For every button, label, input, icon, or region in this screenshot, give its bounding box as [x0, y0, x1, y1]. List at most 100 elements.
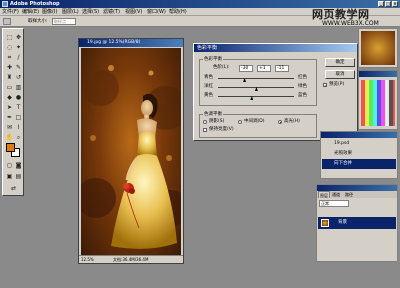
midtones-radio[interactable] — [238, 120, 242, 124]
layer-row-background[interactable]: 背景 — [318, 217, 396, 229]
fullscreen-mode-icon[interactable]: ▤ — [14, 172, 23, 181]
pen-tool-icon[interactable]: ✒ — [5, 113, 14, 122]
bride-photo-image — [81, 65, 181, 249]
path-select-tool-icon[interactable]: ➤ — [5, 103, 14, 112]
foreground-color-swatch[interactable] — [6, 143, 15, 152]
color-balance-dialog: 色彩平衡 色彩平衡 色阶(L): -30 +1 -11 青色 红色 洋红 绿色 … — [193, 43, 358, 141]
levels-magenta-green-input[interactable]: +1 — [257, 65, 271, 72]
crop-tool-icon[interactable]: ⌗ — [5, 53, 14, 62]
slider-red-label: 红色 — [298, 75, 307, 80]
bride-photo-canvas[interactable] — [81, 48, 181, 255]
magic-wand-tool-icon[interactable]: ✦ — [14, 43, 23, 52]
menu-layer[interactable]: 图层(L) — [62, 9, 79, 15]
lasso-tool-icon[interactable]: ◌ — [5, 43, 14, 52]
tone-balance-group — [199, 114, 317, 138]
blend-mode-select[interactable]: 正常 — [319, 200, 349, 207]
history-panel-header[interactable] — [321, 132, 397, 138]
menu-edit[interactable]: 编辑(E) — [22, 9, 39, 15]
levels-cyan-red-input[interactable]: -30 — [239, 65, 253, 72]
close-button[interactable]: × — [392, 1, 398, 7]
levels-yellow-blue-input[interactable]: -11 — [275, 65, 289, 72]
navigator-thumbnail[interactable] — [361, 31, 395, 65]
document-status-bar: 12.5% 文档:36.4M/36.4M — [79, 255, 183, 263]
navigator-panel — [358, 28, 398, 68]
history-brush-tool-icon[interactable]: ↺ — [14, 73, 23, 82]
menu-image[interactable]: 图像(I) — [42, 9, 57, 15]
yellow-blue-slider-track[interactable] — [218, 96, 294, 97]
levels-label: 色阶(L): — [213, 65, 230, 70]
tab-paths[interactable]: 路径 — [344, 191, 354, 198]
ok-button[interactable]: 确定 — [325, 58, 355, 67]
marquee-tool-icon[interactable]: ⬚ — [5, 33, 14, 42]
preserve-luminosity-label: 保持亮度(V) — [209, 127, 234, 132]
preserve-luminosity-checkbox[interactable] — [203, 128, 207, 132]
layer-thumbnail — [321, 219, 329, 227]
shadows-label: 阴影(S) — [209, 119, 225, 124]
history-panel: 19.psd 光照效果 向下合并 — [320, 131, 398, 179]
slider-yellow-label: 黄色 — [204, 93, 213, 98]
hand-tool-icon[interactable]: ✋ — [5, 133, 14, 142]
eraser-tool-icon[interactable]: ▭ — [5, 83, 14, 92]
slider-blue-label: 蓝色 — [298, 93, 307, 98]
preview-label: 预览(P) — [329, 82, 345, 87]
sample-size-label: 取样大小: — [28, 19, 48, 24]
tone-balance-group-label: 色调平衡 — [203, 111, 223, 117]
screen-mode-icon[interactable]: ▣ — [5, 172, 14, 181]
type-tool-icon[interactable]: T — [14, 103, 23, 112]
cyan-red-slider-track[interactable] — [218, 78, 294, 79]
dialog-title: 色彩平衡 — [194, 44, 357, 52]
minimize-button[interactable]: _ — [378, 1, 384, 7]
menu-view[interactable]: 视图(V) — [125, 9, 142, 15]
slider-cyan-label: 青色 — [204, 75, 213, 80]
notes-tool-icon[interactable]: ✉ — [5, 123, 14, 132]
standard-mode-icon[interactable]: ◻ — [5, 161, 14, 170]
quickmask-mode-icon[interactable]: ◙ — [14, 161, 23, 170]
cancel-button[interactable]: 取消 — [325, 70, 355, 79]
eyedropper-tool-icon[interactable] — [3, 18, 11, 25]
dodge-tool-icon[interactable]: ● — [14, 93, 23, 102]
history-item-2[interactable]: 向下合并 — [322, 159, 396, 169]
blur-tool-icon[interactable]: ◆ — [5, 93, 14, 102]
menu-filter[interactable]: 滤镜(T) — [103, 9, 120, 15]
jump-to-imageready-icon[interactable]: ⇄ — [9, 184, 18, 193]
tab-channels[interactable]: 通道 — [331, 191, 341, 198]
history-item-2-label: 向下合并 — [334, 161, 352, 166]
history-snapshot[interactable]: 19.psd — [322, 139, 396, 149]
document-title: 19.jpg @ 12.5%(RGB/8) — [79, 39, 183, 47]
history-item-1[interactable]: 光照效果 — [322, 149, 396, 159]
brush-tool-icon[interactable]: ✎ — [14, 63, 23, 72]
slider-green-label: 绿色 — [298, 84, 307, 89]
color-balance-group-label: 色彩平衡 — [203, 56, 223, 62]
healing-brush-tool-icon[interactable]: ✚ — [5, 63, 14, 72]
swatches-panel-header[interactable] — [359, 71, 397, 77]
move-tool-icon[interactable]: ✥ — [14, 33, 23, 42]
document-size: 文档:36.4M/36.4M — [113, 257, 149, 262]
maximize-button[interactable]: □ — [385, 1, 391, 7]
document-window[interactable]: 19.jpg @ 12.5%(RGB/8) 12.5% 文档:36.4M/36.… — [78, 38, 184, 264]
app-title: Adobe Photoshop — [10, 1, 60, 7]
zoom-level[interactable]: 12.5% — [81, 256, 94, 264]
preview-checkbox[interactable]: ✓ — [323, 83, 327, 88]
menu-select[interactable]: 选择(S) — [82, 9, 99, 15]
swatches-grid[interactable] — [361, 80, 395, 126]
highlights-radio[interactable] — [278, 120, 282, 124]
swatches-panel — [358, 70, 398, 130]
sample-size-select[interactable]: 取样点 — [52, 18, 76, 25]
tab-layers[interactable]: 图层 — [318, 191, 330, 198]
menu-help[interactable]: 帮助(H) — [169, 9, 187, 15]
slider-magenta-label: 洋红 — [204, 84, 213, 89]
layers-panel: 图层 通道 路径 正常 背景 — [316, 184, 398, 262]
clone-stamp-tool-icon[interactable]: ♜ — [5, 73, 14, 82]
magenta-green-slider-track[interactable] — [218, 87, 294, 88]
menu-file[interactable]: 文件(F) — [2, 9, 19, 15]
shadows-radio[interactable] — [203, 120, 207, 124]
eyedropper-tool-icon[interactable]: ⌇ — [14, 123, 23, 132]
menu-window[interactable]: 窗口(W) — [147, 9, 166, 15]
highlights-label: 高光(H) — [284, 119, 300, 124]
history-item-1-label: 光照效果 — [334, 151, 352, 156]
zoom-tool-icon[interactable]: ⌕ — [14, 133, 23, 142]
layers-panel-tabs: 图层 通道 路径 — [317, 191, 397, 198]
shape-tool-icon[interactable]: □ — [14, 113, 23, 122]
gradient-tool-icon[interactable]: ▥ — [14, 83, 23, 92]
slice-tool-icon[interactable]: / — [14, 53, 23, 62]
